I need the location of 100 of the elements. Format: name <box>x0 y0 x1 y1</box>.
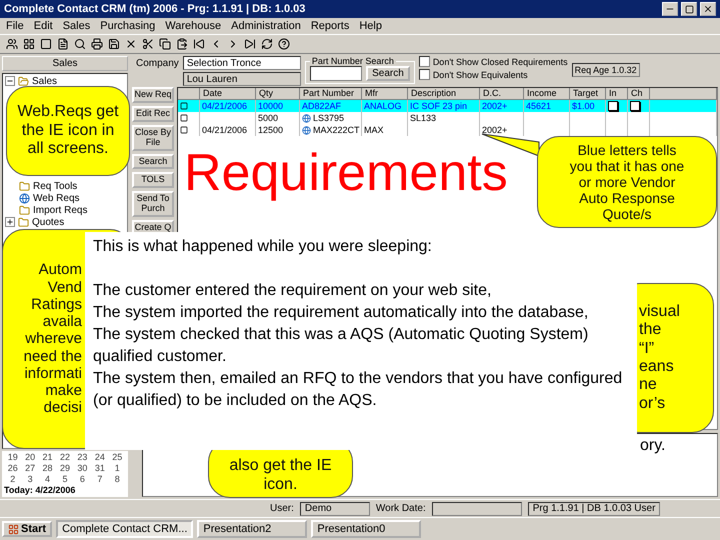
action-button[interactable]: Send To Purch <box>132 191 174 218</box>
save-icon[interactable] <box>108 38 120 50</box>
calendar-day[interactable]: 25 <box>108 452 126 463</box>
expand-icon[interactable] <box>5 217 15 227</box>
menu-item[interactable]: Warehouse <box>165 20 222 32</box>
last-record-icon[interactable] <box>244 38 256 50</box>
column-header[interactable]: Date <box>200 88 256 100</box>
calendar-day[interactable]: 8 <box>108 474 126 485</box>
column-header[interactable]: Mfr <box>362 88 408 100</box>
minimize-button[interactable] <box>662 2 678 16</box>
callout-text: or’s <box>639 394 666 414</box>
action-button[interactable]: New Req <box>132 87 174 103</box>
row-checkbox[interactable] <box>180 102 188 110</box>
flag-checkbox[interactable] <box>608 101 618 111</box>
req-age-field: Req Age 1.0.32 <box>572 63 640 77</box>
refresh-icon[interactable] <box>261 38 273 50</box>
column-header[interactable]: Target <box>570 88 606 100</box>
calendar-day[interactable]: 3 <box>21 474 39 485</box>
tree-item[interactable]: Req Tools <box>33 180 78 192</box>
calendar-day[interactable]: 6 <box>74 474 92 485</box>
cell-text: AD822AF <box>302 101 342 111</box>
calendar-day[interactable]: 27 <box>21 463 39 474</box>
scissors-icon[interactable] <box>142 38 154 50</box>
version-field: Prg 1.1.91 | DB 1.0.03 User <box>528 502 660 516</box>
menu-item[interactable]: Sales <box>62 20 90 32</box>
column-header[interactable]: Qty <box>256 88 300 100</box>
calendar-day[interactable]: 19 <box>4 452 22 463</box>
search-button[interactable]: Search <box>366 66 410 81</box>
calendar-day[interactable]: 29 <box>56 463 74 474</box>
maximize-button[interactable] <box>681 2 697 16</box>
column-header[interactable]: Part Number <box>300 88 362 100</box>
sales-tab[interactable]: Sales <box>2 56 128 71</box>
menu-item[interactable]: Administration <box>231 20 301 32</box>
checkbox[interactable] <box>418 69 430 80</box>
taskbar-button[interactable]: Presentation0 <box>311 520 422 538</box>
menu-item[interactable]: Help <box>359 20 382 32</box>
column-header[interactable]: In <box>606 88 628 100</box>
callout-text: the <box>639 321 662 340</box>
calendar-day[interactable]: 20 <box>21 452 39 463</box>
search-icon[interactable] <box>74 38 86 50</box>
window-icon[interactable] <box>40 38 52 50</box>
cell-text: 5000 <box>258 113 278 123</box>
tree-item[interactable]: Quotes <box>32 216 64 228</box>
flag-checkbox[interactable] <box>630 101 640 111</box>
company-field[interactable]: Selection Tronce <box>182 56 301 70</box>
calendar-day[interactable]: 21 <box>38 452 56 463</box>
calendar-day[interactable]: 28 <box>38 463 56 474</box>
row-checkbox[interactable] <box>180 114 188 122</box>
menu-item[interactable]: File <box>6 20 24 32</box>
column-header[interactable]: Income <box>524 88 570 100</box>
calendar-day[interactable]: 26 <box>4 463 22 474</box>
tree-item[interactable]: Web Reqs <box>33 192 80 204</box>
grid-icon[interactable] <box>23 38 35 50</box>
tree-item[interactable]: Import Reqs <box>33 204 88 216</box>
taskbar-button[interactable]: Presentation2 <box>197 520 308 538</box>
column-header[interactable]: D.C. <box>480 88 524 100</box>
start-button[interactable]: Start <box>2 521 52 537</box>
calendar-day[interactable]: 30 <box>74 463 92 474</box>
search-field[interactable] <box>310 66 362 81</box>
checkbox[interactable] <box>418 56 430 67</box>
column-header[interactable]: Description <box>408 88 480 100</box>
calendar-day[interactable]: 22 <box>56 452 74 463</box>
cell-text: MAX222CT <box>313 125 360 135</box>
collapse-icon[interactable] <box>5 76 15 86</box>
calendar-day[interactable]: 23 <box>74 452 92 463</box>
document-icon[interactable] <box>57 38 69 50</box>
start-icon <box>8 524 19 534</box>
action-button[interactable]: Search <box>132 154 174 170</box>
calendar-day[interactable]: 1 <box>108 463 126 474</box>
close-icon[interactable] <box>125 38 137 50</box>
action-button[interactable]: Edit Rec <box>132 106 174 122</box>
taskbar-button[interactable]: Complete Contact CRM... <box>56 520 194 538</box>
calendar-day[interactable]: 5 <box>56 474 74 485</box>
calendar-day[interactable]: 31 <box>91 463 109 474</box>
menu-item[interactable]: Purchasing <box>100 20 156 32</box>
today-label[interactable]: Today: 4/22/2006 <box>4 485 126 496</box>
menu-item[interactable]: Reports <box>310 20 350 32</box>
callout-text: need the <box>24 348 82 365</box>
help-icon[interactable] <box>278 38 290 50</box>
action-button[interactable]: TOLS <box>132 172 174 188</box>
copy-icon[interactable] <box>159 38 171 50</box>
printer-icon[interactable] <box>91 38 103 50</box>
note-text: The system then, emailed an RFQ to the vendors that you have configured (or qualified) to be included on the AQS. <box>93 369 624 411</box>
column-header[interactable]: Ch <box>628 88 650 100</box>
callout-text: all screens. <box>28 140 108 159</box>
first-record-icon[interactable] <box>193 38 205 50</box>
callout-text: also get the IE <box>229 457 332 476</box>
tree-item[interactable]: Sales <box>32 76 58 86</box>
calendar-day[interactable]: 2 <box>4 474 22 485</box>
row-checkbox[interactable] <box>180 126 188 134</box>
calendar-day[interactable]: 4 <box>38 474 56 485</box>
cell-text: ANALOG <box>364 101 402 111</box>
menu-item[interactable]: Edit <box>34 20 53 32</box>
action-button[interactable]: Close By File <box>132 124 174 151</box>
paste-icon[interactable] <box>176 38 188 50</box>
users-icon[interactable] <box>6 38 18 50</box>
note-text: The system checked that this was a AQS (Automatic Quoting System) qualified customer. <box>93 325 590 367</box>
close-button[interactable] <box>700 2 716 16</box>
calendar-day[interactable]: 7 <box>91 474 109 485</box>
calendar-day[interactable]: 24 <box>91 452 109 463</box>
